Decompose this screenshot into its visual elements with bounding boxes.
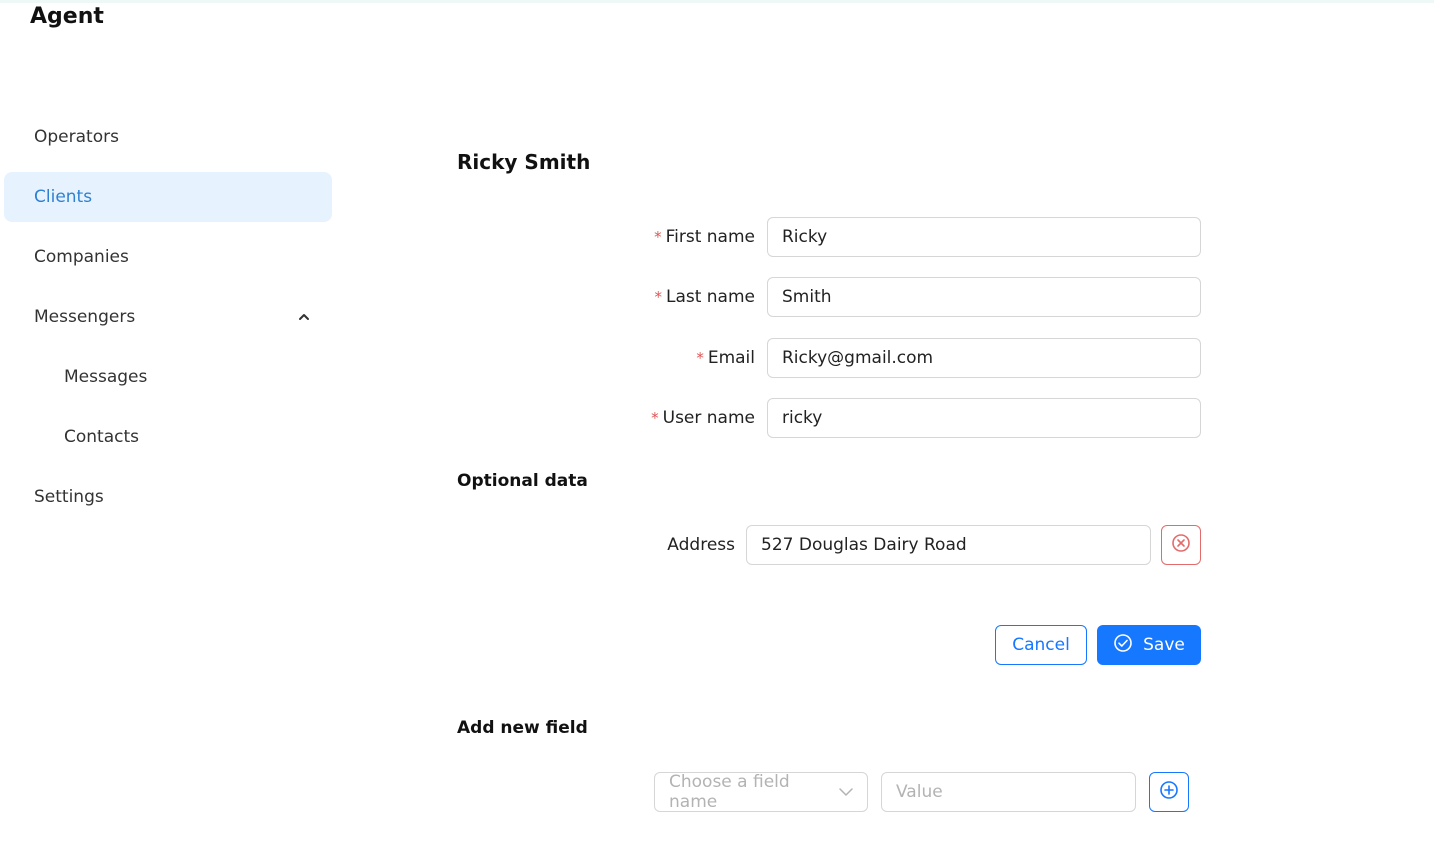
address-row: Address 527 Douglas Dairy Road — [580, 525, 1151, 565]
sidebar-item-messengers[interactable]: Messengers — [4, 292, 332, 342]
check-circle-icon — [1113, 633, 1143, 658]
save-button[interactable]: Save — [1097, 625, 1201, 665]
sidebar-item-label: Companies — [34, 247, 129, 267]
sidebar-item-contacts[interactable]: Contacts — [4, 412, 332, 462]
sidebar-item-companies[interactable]: Companies — [4, 232, 332, 282]
first-name-label: * First name — [654, 227, 755, 247]
add-new-field-title: Add new field — [457, 718, 588, 738]
page-title: Ricky Smith — [457, 150, 591, 174]
user-name-input[interactable]: ricky — [767, 398, 1201, 438]
email-label: * Email — [696, 348, 755, 368]
required-marker: * — [696, 349, 704, 367]
first-name-row: * First name Ricky — [580, 217, 1201, 257]
required-marker: * — [654, 228, 662, 246]
sidebar: Operators Clients Companies Messengers M… — [4, 112, 332, 532]
app-title: Agent — [30, 4, 104, 29]
user-name-row: * User name ricky — [580, 398, 1201, 438]
sidebar-item-label: Messengers — [34, 307, 136, 327]
sidebar-item-clients[interactable]: Clients — [4, 172, 332, 222]
sidebar-item-label: Messages — [64, 367, 148, 387]
sidebar-item-label: Operators — [34, 127, 119, 147]
sidebar-item-label: Settings — [34, 487, 104, 507]
sidebar-item-operators[interactable]: Operators — [4, 112, 332, 162]
email-input[interactable]: Ricky@gmail.com — [767, 338, 1201, 378]
cancel-button[interactable]: Cancel — [995, 625, 1087, 665]
value-input[interactable]: Value — [881, 772, 1136, 812]
required-marker: * — [651, 409, 659, 427]
user-name-label: * User name — [651, 408, 755, 428]
last-name-label: * Last name — [654, 287, 755, 307]
remove-address-button[interactable] — [1161, 525, 1201, 565]
sidebar-item-label: Contacts — [64, 427, 139, 447]
address-label: Address — [667, 535, 735, 555]
chevron-down-icon — [839, 782, 853, 802]
sidebar-item-settings[interactable]: Settings — [4, 472, 332, 522]
required-marker: * — [654, 288, 662, 306]
sidebar-item-messages[interactable]: Messages — [4, 352, 332, 402]
field-name-placeholder: Choose a field name — [669, 772, 790, 812]
email-row: * Email Ricky@gmail.com — [580, 338, 1201, 378]
first-name-input[interactable]: Ricky — [767, 217, 1201, 257]
address-input[interactable]: 527 Douglas Dairy Road — [746, 525, 1151, 565]
top-border — [0, 0, 1434, 3]
last-name-row: * Last name Smith — [580, 277, 1201, 317]
plus-circle-icon — [1159, 780, 1179, 804]
last-name-input[interactable]: Smith — [767, 277, 1201, 317]
chevron-up-icon — [298, 311, 310, 323]
optional-data-title: Optional data — [457, 471, 588, 491]
sidebar-item-label: Clients — [34, 187, 93, 207]
add-field-button[interactable] — [1149, 772, 1189, 812]
save-button-label: Save — [1143, 635, 1185, 655]
field-name-select[interactable]: Choose a field name — [654, 772, 868, 812]
close-circle-icon — [1171, 533, 1191, 557]
